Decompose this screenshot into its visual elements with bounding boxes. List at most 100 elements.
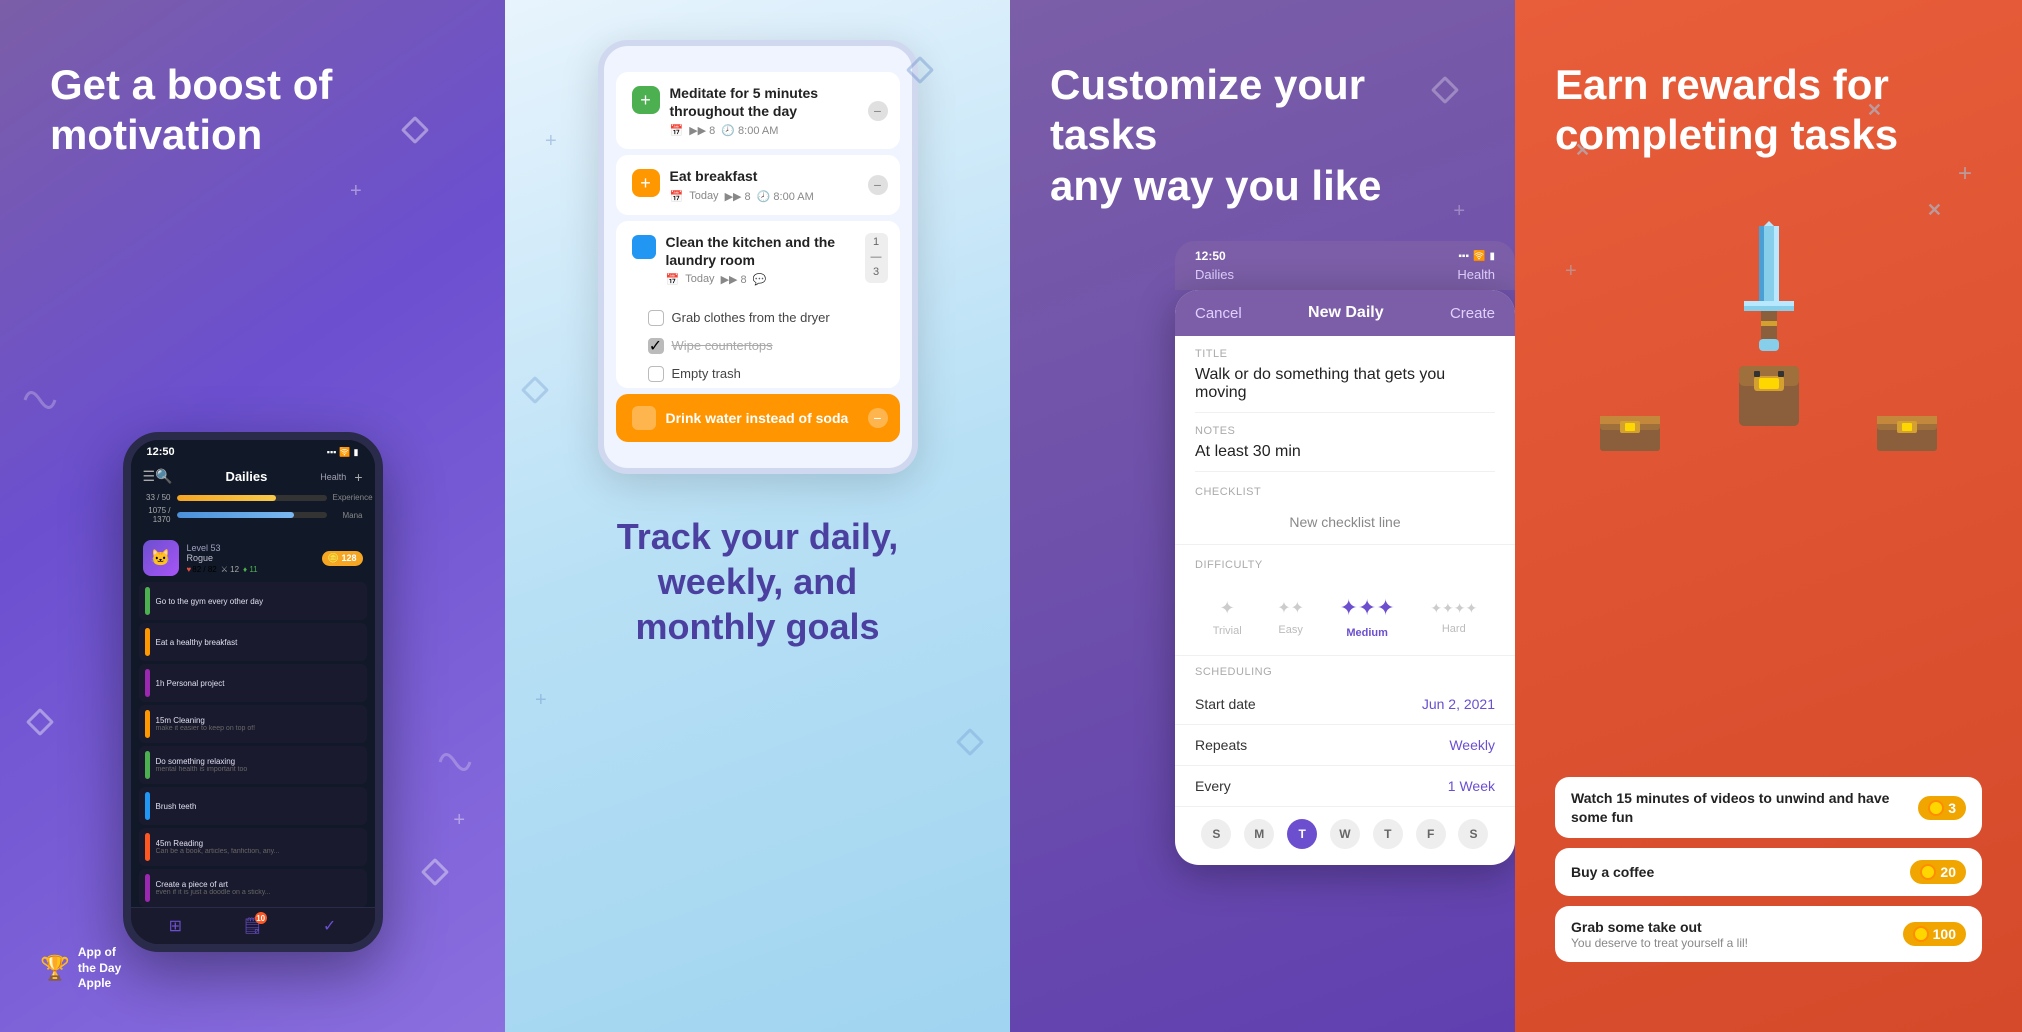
meditate-title: Meditate for 5 minutes throughout the da…: [670, 84, 884, 120]
title-label: Title: [1195, 348, 1495, 360]
panel3-headline: Customize your tasks any way you like: [1010, 0, 1515, 241]
tagline-line1: Track your daily,: [617, 514, 898, 559]
notes-value[interactable]: At least 30 min: [1195, 443, 1495, 472]
trash-checkbox[interactable]: [648, 366, 664, 382]
countertops-text: Wipe countertops: [672, 338, 773, 353]
every-row[interactable]: Every 1 Week: [1175, 766, 1515, 807]
diff-medium[interactable]: ✦✦✦ Medium: [1340, 595, 1395, 639]
day-fri[interactable]: F: [1416, 819, 1446, 849]
breakfast-plus-btn[interactable]: +: [632, 169, 660, 197]
check-tab-icon[interactable]: ✓: [323, 916, 336, 936]
reward-takeout-amount: 100: [1933, 926, 1956, 942]
search-icon[interactable]: 🔍: [155, 468, 172, 485]
meditate-minus-btn[interactable]: −: [868, 101, 888, 121]
diff-trivial[interactable]: ✦ Trivial: [1213, 598, 1242, 637]
reward-card-takeout: Grab some take out You deserve to treat …: [1555, 906, 1982, 962]
kitchen-date: Today: [685, 273, 714, 285]
cancel-btn[interactable]: Cancel: [1195, 305, 1242, 322]
form-top-bar: Cancel New Daily Create: [1175, 290, 1515, 336]
kitchen-calendar-icon: 📅: [666, 273, 680, 286]
meditate-text: Meditate for 5 minutes throughout the da…: [670, 84, 884, 137]
task-color-teeth: [145, 792, 150, 820]
deco-plus-p2-1: +: [545, 130, 557, 153]
start-date-row[interactable]: Start date Jun 2, 2021: [1175, 684, 1515, 725]
task-card-breakfast: + Eat breakfast 📅 Today ▶▶ 8 🕗 8:00 AM −: [616, 155, 900, 214]
meditate-counter-meta: ▶▶ 8: [689, 124, 715, 137]
panel-motivation: + + Get a boost of motivation 12:50 ▪▪▪ …: [0, 0, 505, 1032]
repeats-value: Weekly: [1449, 737, 1495, 753]
panel2-tagline: Track your daily, weekly, and monthly go…: [577, 514, 938, 649]
diff-hard[interactable]: ✦✦✦✦ Hard: [1430, 600, 1477, 635]
task-item-gym: Go to the gym every other day: [139, 582, 367, 620]
hp-stat: ♥82 / 82: [187, 565, 217, 574]
diff-trivial-label: Trivial: [1213, 625, 1242, 637]
tasks-tab-icon[interactable]: 🗒10: [242, 916, 262, 936]
add-icon[interactable]: +: [354, 469, 362, 485]
meditate-meta: 📅 ▶▶ 8 🕗 8:00 AM: [670, 124, 884, 137]
reward-videos-coin: 3: [1918, 796, 1966, 820]
day-wed[interactable]: W: [1330, 819, 1360, 849]
phone-time: 12:50: [147, 446, 175, 458]
meditate-calendar-icon: 📅: [670, 124, 684, 137]
panel-rewards: ✕ ✕ ✕ + + Earn rewards for completing ta…: [1515, 0, 2022, 1032]
context-icons: ▪▪▪ 🛜 ▮: [1458, 251, 1495, 262]
reward-videos-text: Watch 15 minutes of videos to unwind and…: [1571, 789, 1918, 825]
phone-mockup: 12:50 ▪▪▪ 🛜 ▮ ☰ 🔍 Dailies Health +: [123, 432, 383, 952]
day-mon[interactable]: M: [1244, 819, 1274, 849]
kitchen-checklist: Grab clothes from the dryer ✓ Wipe count…: [632, 304, 884, 388]
day-sat[interactable]: S: [1458, 819, 1488, 849]
home-tab-icon[interactable]: ⊞: [169, 916, 182, 936]
deco-diamond-3: [421, 858, 449, 886]
diff-easy-icon: ✦✦: [1277, 598, 1304, 618]
menu-icon[interactable]: ☰: [143, 468, 156, 485]
task-card-water: Drink water instead of soda −: [616, 394, 900, 442]
kitchen-checkbox[interactable]: [632, 235, 656, 259]
avatar-stats: ♥82 / 82 ⚔ 12 ♦ 11: [187, 565, 314, 574]
breakfast-minus-btn[interactable]: −: [868, 175, 888, 195]
days-row: S M T W T F S: [1175, 807, 1515, 865]
title-value[interactable]: Walk or do something that gets you movin…: [1195, 366, 1495, 413]
notes-label: Notes: [1195, 425, 1495, 437]
meditate-plus-btn[interactable]: +: [632, 86, 660, 114]
task-card-meditate: + Meditate for 5 minutes throughout the …: [616, 72, 900, 149]
reward-videos-amount: 3: [1948, 800, 1956, 816]
kitchen-progress-counter: 1—3: [865, 233, 888, 283]
app-title: Dailies: [173, 469, 321, 484]
avatar-class: Rogue: [187, 553, 314, 563]
deco-plus-1: +: [350, 180, 362, 203]
task-title-project: 1h Personal project: [156, 679, 361, 688]
day-tue[interactable]: T: [1287, 819, 1317, 849]
headline-line2-p4: completing tasks: [1555, 110, 1898, 160]
mana-bar: [177, 512, 294, 518]
kitchen-counter-meta: ▶▶ 8: [721, 273, 747, 286]
start-date-label: Start date: [1195, 696, 1256, 712]
pixel-chest-left: [1595, 396, 1665, 461]
task-item-relax: Do something relaxing mental health is i…: [139, 746, 367, 784]
reward-coffee-title: Buy a coffee: [1571, 863, 1910, 881]
checklist-add-line[interactable]: New checklist line: [1175, 506, 1515, 545]
repeats-row[interactable]: Repeats Weekly: [1175, 725, 1515, 766]
dryer-checkbox[interactable]: [648, 310, 664, 326]
water-minus-btn[interactable]: −: [868, 408, 888, 428]
pixel-art-area: [1515, 181, 2022, 481]
diff-easy[interactable]: ✦✦ Easy: [1277, 598, 1304, 636]
mana-value: 1075 / 1370: [143, 506, 171, 524]
badge-company: Apple: [78, 976, 121, 992]
task-color-relax: [145, 751, 150, 779]
day-thu[interactable]: T: [1373, 819, 1403, 849]
deco-diamond-p2-3: [956, 728, 984, 756]
context-nav: Dailies Health: [1195, 267, 1495, 290]
laurel-icon: 🏆: [40, 954, 70, 983]
breakfast-counter-meta: ▶▶ 8: [725, 190, 751, 203]
countertops-checkbox[interactable]: ✓: [648, 338, 664, 354]
scheduling-section: SCHEDULING Start date Jun 2, 2021 Repeat…: [1175, 655, 1515, 865]
avatar-info: Level 53 Rogue ♥82 / 82 ⚔ 12 ♦ 11: [187, 543, 314, 574]
day-sun[interactable]: S: [1201, 819, 1231, 849]
reward-cards-list: Watch 15 minutes of videos to unwind and…: [1555, 777, 1982, 972]
water-checkbox[interactable]: [632, 406, 656, 430]
deco-diamond-2: [26, 708, 54, 736]
every-label: Every: [1195, 778, 1231, 794]
phone-app-header: ☰ 🔍 Dailies Health +: [131, 464, 375, 489]
stats-bars: 33 / 50 Experience 1075 / 1370 Mana: [131, 489, 375, 536]
create-btn[interactable]: Create: [1450, 305, 1495, 322]
